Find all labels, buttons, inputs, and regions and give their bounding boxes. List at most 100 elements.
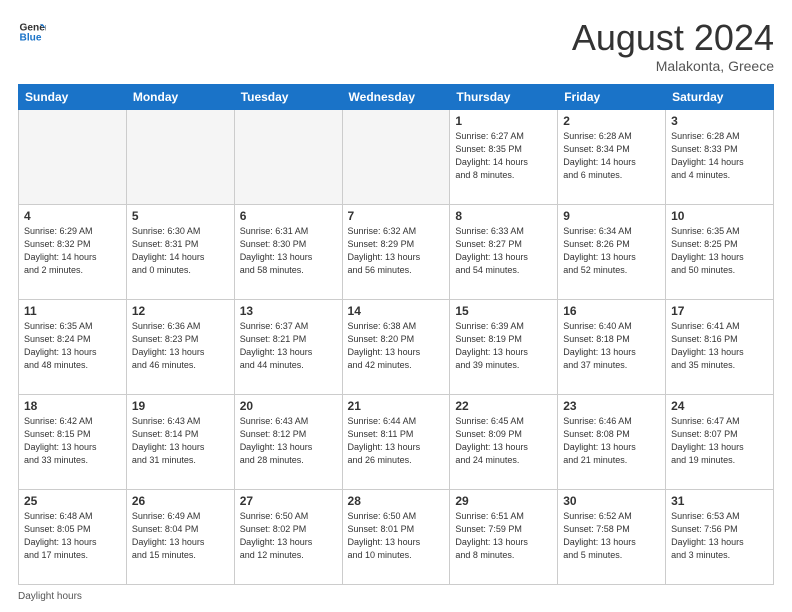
calendar-cell-2: 2Sunrise: 6:28 AM Sunset: 8:34 PM Daylig… — [558, 109, 666, 204]
day-number: 13 — [240, 304, 337, 318]
col-header-wednesday: Wednesday — [342, 84, 450, 109]
day-info: Sunrise: 6:51 AM Sunset: 7:59 PM Dayligh… — [455, 510, 552, 562]
calendar-cell-28: 28Sunrise: 6:50 AM Sunset: 8:01 PM Dayli… — [342, 489, 450, 584]
day-info: Sunrise: 6:33 AM Sunset: 8:27 PM Dayligh… — [455, 225, 552, 277]
calendar-cell-29: 29 Sunrise: 6:51 AM Sunset: 7:59 PM Dayli… — [450, 489, 558, 584]
day-number: 10 — [671, 209, 768, 223]
calendar-cell-22: 22 Sunrise: 6:45 AM Sunset: 8:09 PM Dayli… — [450, 394, 558, 489]
day-number: 24 — [671, 399, 768, 413]
day-info: Sunrise: 6:29 AM Sunset: 8:32 PM Dayligh… — [24, 225, 121, 277]
day-number: 18 — [24, 399, 121, 413]
day-info: Sunrise: 6:35 AM Sunset: 8:24 PM Dayligh… — [24, 320, 121, 372]
day-number: 22 — [455, 399, 552, 413]
day-number: 26 — [132, 494, 229, 508]
calendar-cell-31: 31 Sunrise: 6:53 AM Sunset: 7:56 PM Dayli… — [666, 489, 774, 584]
col-header-sunday: Sunday — [19, 84, 127, 109]
col-header-saturday: Saturday — [666, 84, 774, 109]
calendar-cell-18: 18 Sunrise: 6:42 AM Sunset: 8:15 PM Dayli… — [19, 394, 127, 489]
day-number: 16 — [563, 304, 660, 318]
calendar-cell-12: 12Sunrise: 6:36 AM Sunset: 8:23 PM Dayli… — [126, 299, 234, 394]
calendar-cell-25: 25 Sunrise: 6:48 AM Sunset: 8:05 PM Dayli… — [19, 489, 127, 584]
day-number: 29 — [455, 494, 552, 508]
day-number: 5 — [132, 209, 229, 223]
day-number: 20 — [240, 399, 337, 413]
day-info: Sunrise: 6:53 AM Sunset: 7:56 PM Dayligh… — [671, 510, 768, 562]
calendar-cell-5: 5 Sunrise: 6:30 AM Sunset: 8:31 PM Daylig… — [126, 204, 234, 299]
calendar-week-5: 25 Sunrise: 6:48 AM Sunset: 8:05 PM Dayli… — [19, 489, 774, 584]
day-info: Sunrise: 6:37 AM Sunset: 8:21 PM Dayligh… — [240, 320, 337, 372]
day-number: 27 — [240, 494, 337, 508]
header: General Blue August 2024 Malakonta, Gree… — [18, 18, 774, 74]
calendar-cell-empty-1 — [126, 109, 234, 204]
day-info: Sunrise: 6:27 AM Sunset: 8:35 PM Dayligh… — [455, 130, 552, 182]
subtitle: Malakonta, Greece — [572, 58, 774, 74]
calendar-cell-8: 8 Sunrise: 6:33 AM Sunset: 8:27 PM Daylig… — [450, 204, 558, 299]
calendar-header-row: SundayMondayTuesdayWednesdayThursdayFrid… — [19, 84, 774, 109]
day-info: Sunrise: 6:45 AM Sunset: 8:09 PM Dayligh… — [455, 415, 552, 467]
calendar-cell-16: 16 Sunrise: 6:40 AM Sunset: 8:18 PM Dayli… — [558, 299, 666, 394]
day-number: 30 — [563, 494, 660, 508]
calendar-cell-9: 9Sunrise: 6:34 AM Sunset: 8:26 PM Daylig… — [558, 204, 666, 299]
day-info: Sunrise: 6:49 AM Sunset: 8:04 PM Dayligh… — [132, 510, 229, 562]
calendar-cell-26: 26 Sunrise: 6:49 AM Sunset: 8:04 PM Dayli… — [126, 489, 234, 584]
calendar-week-1: 1 Sunrise: 6:27 AM Sunset: 8:35 PM Daylig… — [19, 109, 774, 204]
day-info: Sunrise: 6:30 AM Sunset: 8:31 PM Dayligh… — [132, 225, 229, 277]
day-number: 25 — [24, 494, 121, 508]
calendar-cell-empty-0 — [19, 109, 127, 204]
calendar-cell-empty-2 — [234, 109, 342, 204]
calendar-cell-14: 14Sunrise: 6:38 AM Sunset: 8:20 PM Dayli… — [342, 299, 450, 394]
calendar-cell-4: 4 Sunrise: 6:29 AM Sunset: 8:32 PM Daylig… — [19, 204, 127, 299]
day-info: Sunrise: 6:31 AM Sunset: 8:30 PM Dayligh… — [240, 225, 337, 277]
generalblue-logo-icon: General Blue — [18, 18, 46, 46]
day-info: Sunrise: 6:48 AM Sunset: 8:05 PM Dayligh… — [24, 510, 121, 562]
day-info: Sunrise: 6:28 AM Sunset: 8:33 PM Dayligh… — [671, 130, 768, 182]
day-info: Sunrise: 6:50 AM Sunset: 8:02 PM Dayligh… — [240, 510, 337, 562]
calendar-cell-1: 1 Sunrise: 6:27 AM Sunset: 8:35 PM Daylig… — [450, 109, 558, 204]
day-info: Sunrise: 6:39 AM Sunset: 8:19 PM Dayligh… — [455, 320, 552, 372]
day-number: 7 — [348, 209, 445, 223]
day-number: 8 — [455, 209, 552, 223]
calendar-cell-6: 6 Sunrise: 6:31 AM Sunset: 8:30 PM Daylig… — [234, 204, 342, 299]
calendar-cell-23: 23Sunrise: 6:46 AM Sunset: 8:08 PM Dayli… — [558, 394, 666, 489]
day-number: 19 — [132, 399, 229, 413]
day-number: 4 — [24, 209, 121, 223]
main-title: August 2024 — [572, 18, 774, 58]
calendar-cell-7: 7Sunrise: 6:32 AM Sunset: 8:29 PM Daylig… — [342, 204, 450, 299]
day-number: 2 — [563, 114, 660, 128]
day-info: Sunrise: 6:42 AM Sunset: 8:15 PM Dayligh… — [24, 415, 121, 467]
day-info: Sunrise: 6:34 AM Sunset: 8:26 PM Dayligh… — [563, 225, 660, 277]
day-number: 31 — [671, 494, 768, 508]
day-number: 21 — [348, 399, 445, 413]
day-number: 1 — [455, 114, 552, 128]
col-header-monday: Monday — [126, 84, 234, 109]
footer-note: Daylight hours — [18, 591, 774, 602]
calendar-cell-13: 13 Sunrise: 6:37 AM Sunset: 8:21 PM Dayli… — [234, 299, 342, 394]
day-number: 14 — [348, 304, 445, 318]
day-number: 6 — [240, 209, 337, 223]
col-header-friday: Friday — [558, 84, 666, 109]
day-info: Sunrise: 6:40 AM Sunset: 8:18 PM Dayligh… — [563, 320, 660, 372]
daylight-hours-label: Daylight hours — [18, 591, 82, 602]
calendar-cell-27: 27 Sunrise: 6:50 AM Sunset: 8:02 PM Dayli… — [234, 489, 342, 584]
calendar-week-3: 11Sunrise: 6:35 AM Sunset: 8:24 PM Dayli… — [19, 299, 774, 394]
calendar-cell-19: 19 Sunrise: 6:43 AM Sunset: 8:14 PM Dayli… — [126, 394, 234, 489]
calendar-cell-21: 21 Sunrise: 6:44 AM Sunset: 8:11 PM Dayli… — [342, 394, 450, 489]
calendar-cell-24: 24Sunrise: 6:47 AM Sunset: 8:07 PM Dayli… — [666, 394, 774, 489]
day-number: 3 — [671, 114, 768, 128]
calendar-cell-17: 17Sunrise: 6:41 AM Sunset: 8:16 PM Dayli… — [666, 299, 774, 394]
calendar-cell-20: 20 Sunrise: 6:43 AM Sunset: 8:12 PM Dayli… — [234, 394, 342, 489]
day-info: Sunrise: 6:43 AM Sunset: 8:12 PM Dayligh… — [240, 415, 337, 467]
day-number: 28 — [348, 494, 445, 508]
day-info: Sunrise: 6:43 AM Sunset: 8:14 PM Dayligh… — [132, 415, 229, 467]
calendar-cell-15: 15Sunrise: 6:39 AM Sunset: 8:19 PM Dayli… — [450, 299, 558, 394]
day-info: Sunrise: 6:35 AM Sunset: 8:25 PM Dayligh… — [671, 225, 768, 277]
calendar-week-2: 4 Sunrise: 6:29 AM Sunset: 8:32 PM Daylig… — [19, 204, 774, 299]
day-info: Sunrise: 6:36 AM Sunset: 8:23 PM Dayligh… — [132, 320, 229, 372]
day-info: Sunrise: 6:41 AM Sunset: 8:16 PM Dayligh… — [671, 320, 768, 372]
day-info: Sunrise: 6:44 AM Sunset: 8:11 PM Dayligh… — [348, 415, 445, 467]
calendar-cell-3: 3 Sunrise: 6:28 AM Sunset: 8:33 PM Daylig… — [666, 109, 774, 204]
day-number: 23 — [563, 399, 660, 413]
calendar-cell-30: 30Sunrise: 6:52 AM Sunset: 7:58 PM Dayli… — [558, 489, 666, 584]
calendar-table: SundayMondayTuesdayWednesdayThursdayFrid… — [18, 84, 774, 585]
svg-text:Blue: Blue — [20, 33, 42, 44]
